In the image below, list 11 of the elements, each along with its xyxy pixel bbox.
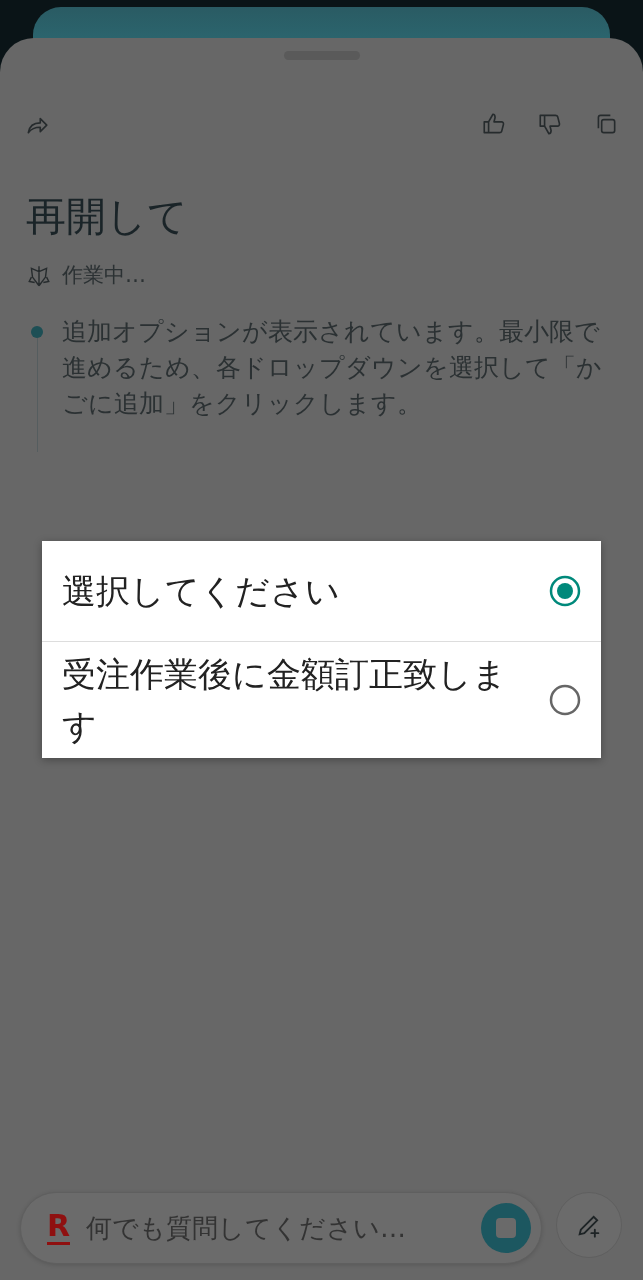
radio-button[interactable] bbox=[549, 684, 581, 716]
status-text: 作業中… bbox=[62, 262, 146, 289]
radio-button[interactable] bbox=[549, 575, 581, 607]
option-label[interactable]: 受注作業後に金額訂正致します bbox=[62, 648, 538, 752]
app-logo: R bbox=[47, 1211, 71, 1245]
step-bullet bbox=[31, 325, 43, 338]
step-text: 追加オプションが表示されています。最小限で進めるため、各ドロップダウンを選択して「かごに追加」をクリックします。 bbox=[62, 315, 603, 420]
stop-button[interactable] bbox=[481, 1203, 531, 1253]
message-field[interactable]: 何でも質問してください… bbox=[86, 1208, 481, 1248]
option-label[interactable]: 選択してください bbox=[62, 565, 538, 617]
chat-title: 再開して bbox=[26, 192, 189, 241]
